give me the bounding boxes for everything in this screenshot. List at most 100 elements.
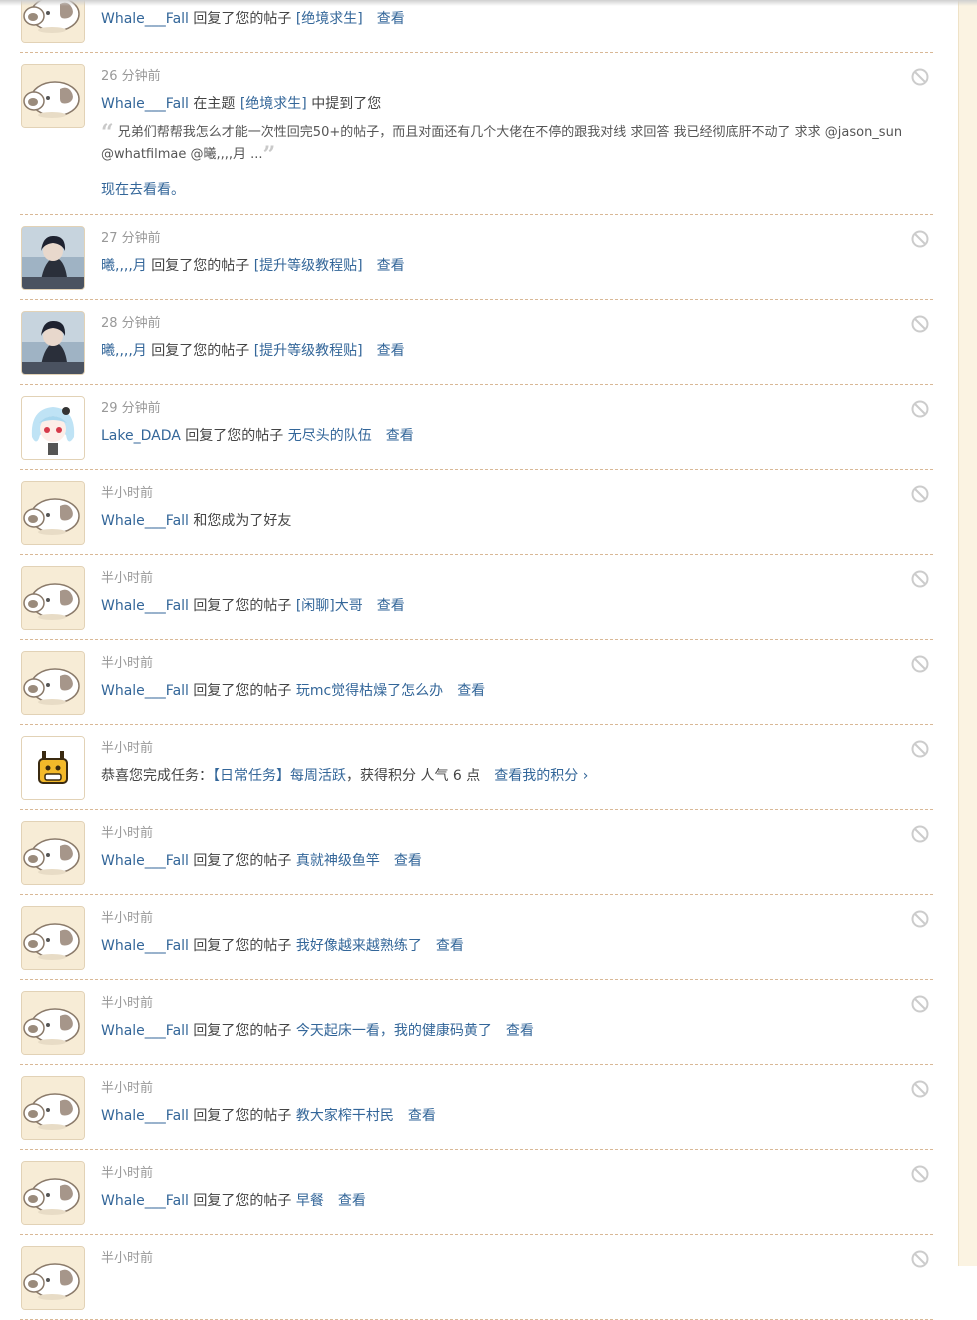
ban-icon[interactable] <box>911 1165 929 1183</box>
time-label: 26 分钟前 <box>101 69 161 84</box>
notification-item: 半小时前 <box>20 1235 933 1320</box>
notification-item: 半小时前 Whale___Fall 和您成为了好友 <box>20 470 933 555</box>
cow-avatar[interactable] <box>21 566 85 630</box>
thread-link[interactable]: [闲聊]大哥 <box>296 598 363 614</box>
view-link[interactable]: 查看 <box>377 258 405 274</box>
ban-icon[interactable] <box>911 230 929 248</box>
notification-item: 半小时前 Whale___Fall 回复了您的帖子 早餐 查看 <box>20 1150 933 1235</box>
user-link[interactable]: Whale___Fall <box>101 853 189 869</box>
ban-icon[interactable] <box>911 485 929 503</box>
quote-block: “ 兄弟们帮帮我怎么才能一次性回完50+的帖子，而且对面还有几个大佬在不停的跟我… <box>101 122 931 166</box>
ban-icon[interactable] <box>911 400 929 418</box>
cow-avatar[interactable] <box>21 0 85 43</box>
user-link[interactable]: 曦,,,,月 <box>101 343 147 359</box>
ban-icon[interactable] <box>911 570 929 588</box>
time-label: 半小时前 <box>101 1166 154 1181</box>
view-link[interactable]: 查看 <box>377 598 405 614</box>
time-label: 半小时前 <box>101 996 154 1011</box>
view-link[interactable]: 查看 <box>506 1023 534 1039</box>
cow-avatar[interactable] <box>21 1161 85 1225</box>
user-link[interactable]: 曦,,,,月 <box>101 258 147 274</box>
user-link[interactable]: Whale___Fall <box>101 598 189 614</box>
task-suffix: ，获得积分 人气 6 点 <box>346 768 481 784</box>
notification-text: Whale___Fall 回复了您的帖子 今天起床一看，我的健康码黄了 查看 <box>101 1020 534 1040</box>
view-link[interactable]: 查看 <box>377 11 405 27</box>
action-text: 回复了您的帖子 <box>193 938 292 954</box>
notification-item: 28 分钟前 曦,,,,月 回复了您的帖子 [提升等级教程贴] 查看 <box>20 300 933 385</box>
cow-avatar[interactable] <box>21 991 85 1055</box>
action-text: 回复了您的帖子 <box>193 1108 292 1124</box>
cow-avatar[interactable] <box>21 651 85 715</box>
user-link[interactable]: Whale___Fall <box>101 1193 189 1209</box>
action-text: 和您成为了好友 <box>193 513 292 529</box>
giraffe-avatar[interactable] <box>21 736 85 800</box>
time-label: 半小时前 <box>101 656 154 671</box>
anime-girl-avatar[interactable] <box>21 396 85 460</box>
user-link[interactable]: Whale___Fall <box>101 683 189 699</box>
ban-icon[interactable] <box>911 740 929 758</box>
thread-link[interactable]: [绝境求生] <box>240 96 307 112</box>
cow-avatar[interactable] <box>21 64 85 128</box>
cow-avatar[interactable] <box>21 1076 85 1140</box>
notification-item: 半小时前 Whale___Fall 回复了您的帖子 [闲聊]大哥 查看 <box>20 555 933 640</box>
time-label: 半小时前 <box>101 826 154 841</box>
view-link[interactable]: 查看 <box>377 343 405 359</box>
notification-item: 半小时前 恭喜您完成任务：【日常任务】每周活跃，获得积分 人气 6 点查看我的积… <box>20 725 933 810</box>
thread-link[interactable]: [提升等级教程贴] <box>254 258 363 274</box>
thread-link[interactable]: [绝境求生] <box>296 11 363 27</box>
notification-text: Whale___Fall 回复了您的帖子 [绝境求生] 查看 <box>101 8 405 28</box>
user-link[interactable]: Whale___Fall <box>101 1108 189 1124</box>
thread-link[interactable]: 今天起床一看，我的健康码黄了 <box>296 1023 492 1039</box>
ban-icon[interactable] <box>911 1250 929 1268</box>
ban-icon[interactable] <box>911 995 929 1013</box>
time-label: 27 分钟前 <box>101 231 161 246</box>
view-link[interactable]: 查看 <box>338 1193 366 1209</box>
my-points-link[interactable]: 查看我的积分 › <box>494 768 588 784</box>
goto-link[interactable]: 现在去看看。 <box>101 179 185 199</box>
cow-avatar[interactable] <box>21 821 85 885</box>
notification-text: 恭喜您完成任务：【日常任务】每周活跃，获得积分 人气 6 点查看我的积分 › <box>101 765 588 785</box>
view-link[interactable]: 查看 <box>394 853 422 869</box>
user-link[interactable]: Whale___Fall <box>101 513 189 529</box>
notification-text: Whale___Fall 回复了您的帖子 真就神级鱼竿 查看 <box>101 850 422 870</box>
user-link[interactable]: Whale___Fall <box>101 938 189 954</box>
notification-item: 27 分钟前 曦,,,,月 回复了您的帖子 [提升等级教程贴] 查看 <box>20 215 933 300</box>
task-link[interactable]: 【日常任务】每周活跃 <box>213 768 346 784</box>
view-link[interactable]: 查看 <box>457 683 485 699</box>
cow-avatar[interactable] <box>21 1246 85 1310</box>
notification-item: 半小时前 Whale___Fall 回复了您的帖子 我好像越来越熟练了 查看 <box>20 895 933 980</box>
user-link[interactable]: Whale___Fall <box>101 1023 189 1039</box>
view-link[interactable]: 查看 <box>436 938 464 954</box>
user-link[interactable]: Lake_DADA <box>101 428 181 444</box>
thread-link[interactable]: 早餐 <box>296 1193 324 1209</box>
quote-close-mark: ” <box>262 142 276 168</box>
user-link[interactable]: Whale___Fall <box>101 11 189 27</box>
time-label: 半小时前 <box>101 1251 154 1266</box>
time-label: 半小时前 <box>101 1081 154 1096</box>
action-text: 回复了您的帖子 <box>193 1193 292 1209</box>
thread-link[interactable]: [提升等级教程贴] <box>254 343 363 359</box>
ban-icon[interactable] <box>911 315 929 333</box>
ban-icon[interactable] <box>911 910 929 928</box>
thread-link[interactable]: 我好像越来越熟练了 <box>296 938 422 954</box>
ban-icon[interactable] <box>911 655 929 673</box>
ban-icon[interactable] <box>911 1080 929 1098</box>
right-sidebar-edge <box>958 0 977 1266</box>
notification-text: Whale___Fall 回复了您的帖子 教大家榨干村民 查看 <box>101 1105 436 1125</box>
view-link[interactable]: 查看 <box>408 1108 436 1124</box>
cow-avatar[interactable] <box>21 481 85 545</box>
anime-dark-avatar[interactable] <box>21 311 85 375</box>
thread-link[interactable]: 无尽头的队伍 <box>288 428 372 444</box>
notification-list: Whale___Fall 回复了您的帖子 [绝境求生] 查看 26 分钟前 Wha… <box>20 0 933 1320</box>
anime-dark-avatar[interactable] <box>21 226 85 290</box>
action-text: 回复了您的帖子 <box>193 853 292 869</box>
thread-link[interactable]: 玩mc觉得枯燥了怎么办 <box>296 683 443 699</box>
ban-icon[interactable] <box>911 68 929 86</box>
user-link[interactable]: Whale___Fall <box>101 96 189 112</box>
notification-text: Lake_DADA 回复了您的帖子 无尽头的队伍 查看 <box>101 425 414 445</box>
thread-link[interactable]: 教大家榨干村民 <box>296 1108 394 1124</box>
ban-icon[interactable] <box>911 825 929 843</box>
cow-avatar[interactable] <box>21 906 85 970</box>
view-link[interactable]: 查看 <box>386 428 414 444</box>
thread-link[interactable]: 真就神级鱼竿 <box>296 853 380 869</box>
